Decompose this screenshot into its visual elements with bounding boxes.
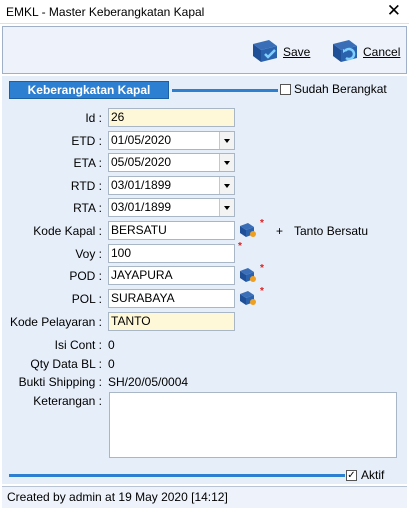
etd-value: 01/05/2020 <box>111 133 172 147</box>
required-mark: * <box>238 241 242 252</box>
bukti-shipping-value: SH/20/05/0004 <box>108 375 189 389</box>
title-bar: EMKL - Master Keberangkatan Kapal ✕ <box>0 0 409 24</box>
kode-pelayaran-label: Kode Pelayaran : <box>9 315 102 329</box>
id-label: Id : <box>85 111 102 125</box>
keterangan-label: Keterangan : <box>33 394 102 408</box>
pol-field[interactable]: SURABAYA <box>108 289 235 308</box>
aktif-checkbox[interactable]: ✓ <box>346 470 357 481</box>
isi-cont-label: Isi Cont : <box>54 338 102 352</box>
toolbar: Save Cancel <box>2 26 407 74</box>
rtd-value: 03/01/1899 <box>111 178 172 192</box>
rta-value: 03/01/1899 <box>111 200 172 214</box>
required-mark: * <box>260 263 264 274</box>
save-icon <box>253 40 277 62</box>
window-title: EMKL - Master Keberangkatan Kapal <box>6 5 205 19</box>
cancel-label: Cancel <box>363 45 401 59</box>
eta-value: 05/05/2020 <box>111 155 172 169</box>
kode-kapal-plus: + <box>276 224 284 238</box>
footer-divider <box>9 474 345 477</box>
save-button[interactable]: Save <box>249 37 310 67</box>
bukti-shipping-label: Bukti Shipping : <box>18 375 102 389</box>
required-mark: * <box>260 218 264 229</box>
chevron-down-icon[interactable] <box>219 177 234 194</box>
etd-label: ETD : <box>71 134 102 148</box>
status-bar: Created by admin at 19 May 2020 [14:12] <box>2 486 407 508</box>
chevron-down-icon[interactable] <box>219 199 234 216</box>
aktif-label: Aktif <box>361 468 385 482</box>
cancel-icon <box>333 40 357 62</box>
cancel-button[interactable]: Cancel <box>329 37 400 67</box>
rtd-label: RTD : <box>70 179 102 193</box>
pod-label: POD : <box>69 269 102 283</box>
eta-date-picker[interactable]: 05/05/2020 <box>108 153 235 172</box>
kode-pelayaran-field[interactable]: TANTO <box>108 312 235 331</box>
qty-data-bl-value: 0 <box>108 357 115 371</box>
id-field[interactable]: 26 <box>108 108 235 127</box>
close-icon[interactable]: ✕ <box>387 2 401 20</box>
section-header: Keberangkatan Kapal <box>9 81 169 99</box>
voy-label: Voy : <box>75 247 102 261</box>
isi-cont-value: 0 <box>108 338 115 352</box>
chevron-down-icon[interactable] <box>219 132 234 149</box>
sudah-berangkat-label: Sudah Berangkat <box>294 82 387 96</box>
form-panel: Keberangkatan Kapal Sudah Berangkat Id :… <box>2 76 407 484</box>
required-mark: * <box>260 286 264 297</box>
voy-field[interactable]: 100 <box>108 244 235 263</box>
keterangan-textarea[interactable] <box>109 392 397 458</box>
pod-field[interactable]: JAYAPURA <box>108 266 235 285</box>
rta-date-picker[interactable]: 03/01/1899 <box>108 198 235 217</box>
lookup-book-icon[interactable] <box>238 290 258 307</box>
kode-kapal-field[interactable]: BERSATU <box>108 221 235 240</box>
qty-data-bl-label: Qty Data BL : <box>30 357 102 371</box>
etd-date-picker[interactable]: 01/05/2020 <box>108 131 235 150</box>
chevron-down-icon[interactable] <box>219 154 234 171</box>
kode-kapal-description: Tanto Bersatu <box>294 224 369 238</box>
lookup-book-icon[interactable] <box>238 222 258 239</box>
kode-kapal-label: Kode Kapal : <box>33 224 102 238</box>
pol-label: POL : <box>71 292 102 306</box>
lookup-book-icon[interactable] <box>238 267 258 284</box>
sudah-berangkat-checkbox[interactable] <box>280 84 291 95</box>
rtd-date-picker[interactable]: 03/01/1899 <box>108 176 235 195</box>
eta-label: ETA : <box>73 156 102 170</box>
rta-label: RTA : <box>73 201 102 215</box>
save-label: Save <box>283 45 311 59</box>
status-text: Created by admin at 19 May 2020 [14:12] <box>7 490 228 504</box>
header-divider <box>172 89 278 92</box>
